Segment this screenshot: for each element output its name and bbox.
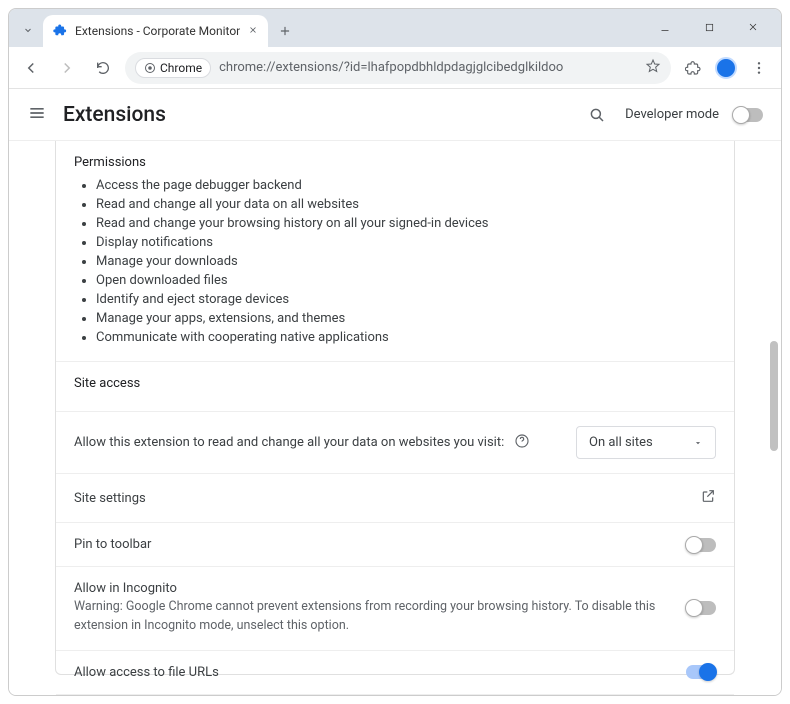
site-access-label: Allow this extension to read and change …: [74, 435, 504, 450]
help-icon: [514, 433, 530, 449]
plus-icon: [278, 24, 292, 38]
open-external-icon: [700, 488, 716, 508]
site-access-dropdown[interactable]: On all sites: [576, 426, 716, 459]
bookmark-button[interactable]: [645, 58, 661, 78]
permission-item: Display notifications: [96, 233, 716, 252]
site-chip-label: Chrome: [160, 61, 202, 75]
source-section: Source Unpacked extension Loaded from: C…: [56, 694, 734, 696]
tab-strip: Extensions - Corporate Monitor: [9, 9, 781, 47]
content-area: Permissions Access the page debugger bac…: [9, 141, 781, 695]
avatar-icon: [715, 57, 737, 79]
arrow-left-icon: [22, 59, 40, 77]
permission-item: Read and change your browsing history on…: [96, 214, 716, 233]
window-maximize-button[interactable]: [689, 13, 729, 41]
profile-button[interactable]: [715, 57, 737, 79]
forward-button[interactable]: [53, 54, 81, 82]
address-bar[interactable]: Chrome chrome://extensions/?id=lhafpopdb…: [125, 52, 671, 84]
maximize-icon: [704, 22, 715, 33]
close-tab-button[interactable]: [248, 24, 258, 38]
help-button[interactable]: [514, 433, 530, 453]
menu-button[interactable]: [27, 103, 47, 127]
permission-item: Communicate with cooperating native appl…: [96, 328, 716, 347]
puzzle-icon: [53, 23, 67, 40]
site-access-title: Site access: [74, 376, 716, 391]
incognito-toggle[interactable]: [686, 601, 716, 615]
site-access-section: Site access: [56, 361, 734, 411]
developer-mode-label: Developer mode: [625, 107, 719, 122]
browser-tab[interactable]: Extensions - Corporate Monitor: [43, 15, 268, 47]
reload-button[interactable]: [89, 54, 117, 82]
window-minimize-button[interactable]: [645, 13, 685, 41]
file-urls-row: Allow access to file URLs: [56, 650, 734, 694]
browser-toolbar: Chrome chrome://extensions/?id=lhafpopdb…: [9, 47, 781, 89]
page-title: Extensions: [63, 103, 166, 127]
browser-menu-button[interactable]: [745, 54, 773, 82]
site-access-row: Allow this extension to read and change …: [56, 411, 734, 473]
close-icon: [248, 25, 258, 35]
caret-down-icon: [693, 438, 703, 448]
tab-search-button[interactable]: [17, 19, 39, 41]
pin-toolbar-toggle[interactable]: [686, 538, 716, 552]
search-button[interactable]: [583, 101, 611, 129]
search-icon: [588, 106, 606, 124]
permission-item: Identify and eject storage devices: [96, 290, 716, 309]
site-access-selected: On all sites: [589, 435, 653, 450]
extensions-header: Extensions Developer mode: [9, 89, 781, 141]
kebab-icon: [751, 60, 767, 76]
close-icon: [747, 21, 759, 33]
pin-toolbar-row: Pin to toolbar: [56, 522, 734, 566]
scrollbar[interactable]: [769, 141, 779, 695]
extension-detail-card: Permissions Access the page debugger bac…: [55, 141, 735, 675]
permission-item: Read and change all your data on all web…: [96, 195, 716, 214]
url-text: chrome://extensions/?id=lhafpopdbhldpdag…: [219, 60, 637, 75]
extensions-button[interactable]: [679, 54, 707, 82]
incognito-label: Allow in Incognito: [74, 581, 676, 596]
new-tab-button[interactable]: [272, 18, 298, 44]
back-button[interactable]: [17, 54, 45, 82]
file-urls-label: Allow access to file URLs: [74, 665, 676, 680]
reload-icon: [95, 60, 111, 76]
site-chip[interactable]: Chrome: [135, 58, 211, 78]
hamburger-icon: [27, 103, 47, 123]
developer-mode-toggle[interactable]: [733, 108, 763, 122]
permissions-section: Permissions Access the page debugger bac…: [56, 141, 734, 361]
arrow-right-icon: [58, 59, 76, 77]
permission-item: Access the page debugger backend: [96, 176, 716, 195]
permission-item: Manage your downloads: [96, 252, 716, 271]
site-settings-label: Site settings: [74, 491, 690, 506]
incognito-row: Allow in Incognito Warning: Google Chrom…: [56, 566, 734, 650]
permission-item: Open downloaded files: [96, 271, 716, 290]
tab-title: Extensions - Corporate Monitor: [75, 24, 240, 38]
minimize-icon: [659, 21, 671, 33]
puzzle-icon: [685, 60, 701, 76]
chrome-icon: [144, 62, 156, 74]
pin-toolbar-label: Pin to toolbar: [74, 537, 676, 552]
chevron-down-icon: [22, 24, 34, 36]
scrollbar-thumb[interactable]: [770, 341, 778, 451]
permission-item: Manage your apps, extensions, and themes: [96, 309, 716, 328]
star-icon: [645, 58, 661, 74]
permissions-title: Permissions: [74, 155, 716, 170]
incognito-warning: Warning: Google Chrome cannot prevent ex…: [74, 598, 676, 636]
file-urls-toggle[interactable]: [686, 665, 716, 679]
site-settings-row[interactable]: Site settings: [56, 473, 734, 522]
window-close-button[interactable]: [733, 13, 773, 41]
